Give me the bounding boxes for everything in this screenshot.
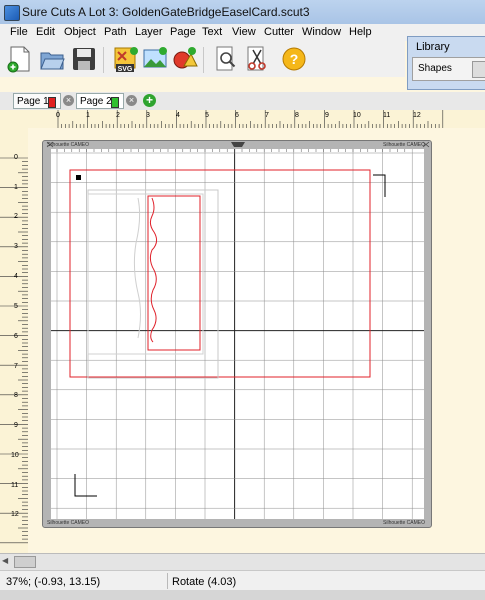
- help-icon[interactable]: ?: [280, 44, 308, 74]
- tab-page-1-label: Page 1: [17, 96, 49, 107]
- menu-text[interactable]: Text: [202, 26, 222, 38]
- hruler-label: 2: [116, 112, 120, 119]
- inner-panel-outline: [87, 193, 204, 355]
- vruler-label: 5: [14, 303, 18, 310]
- hruler-label: 1: [86, 112, 90, 119]
- menu-window[interactable]: Window: [302, 26, 341, 38]
- library-title: Library: [416, 41, 450, 53]
- add-page-icon[interactable]: +: [143, 94, 156, 107]
- hruler-label: 10: [353, 112, 361, 119]
- vruler-label: 10: [11, 452, 19, 459]
- tab-page-1-close-icon[interactable]: ×: [63, 95, 74, 106]
- status-separator: [167, 573, 168, 589]
- registration-mark-bottom-left: [74, 474, 97, 497]
- vruler-label: 11: [11, 482, 19, 489]
- menu-file[interactable]: File: [10, 26, 28, 38]
- import-svg-icon[interactable]: SVG: [112, 44, 140, 74]
- hruler-label: 8: [295, 112, 299, 119]
- tab-page-2-close-icon[interactable]: ×: [126, 95, 137, 106]
- new-document-icon[interactable]: [6, 44, 34, 74]
- scroll-left-icon[interactable]: ◀: [2, 556, 11, 568]
- bridge-edge-path: [149, 197, 158, 343]
- hruler-label: 0: [56, 112, 60, 119]
- hruler-label: 4: [176, 112, 180, 119]
- vruler-label: 8: [14, 392, 18, 399]
- title-bar: Sure Cuts A Lot 3: GoldenGateBridgeEasel…: [0, 0, 485, 25]
- save-disk-icon[interactable]: [70, 44, 98, 74]
- vruler-label: 4: [14, 273, 18, 280]
- toolbar-separator: [103, 47, 104, 73]
- tab-page-2[interactable]: Page 2: [76, 93, 124, 109]
- menu-edit[interactable]: Edit: [36, 26, 55, 38]
- vruler-label: 9: [14, 422, 18, 429]
- menu-page[interactable]: Page: [170, 26, 196, 38]
- library-dropdown-button[interactable]: [472, 61, 485, 78]
- library-dropdown[interactable]: Shapes: [412, 57, 485, 81]
- window-title: Sure Cuts A Lot 3: GoldenGateBridgeEasel…: [22, 5, 310, 19]
- bottom-strip: [0, 590, 485, 600]
- hruler-label: 12: [413, 112, 421, 119]
- cut-scissors-icon[interactable]: [243, 44, 271, 74]
- registration-mark-top-right: [373, 174, 386, 197]
- toolbar: SVG ?: [0, 41, 405, 77]
- ruler-corner: [0, 110, 28, 128]
- vruler-label: 2: [14, 213, 18, 220]
- scrollbar-thumb[interactable]: [14, 556, 36, 568]
- hruler-label: 5: [205, 112, 209, 119]
- vruler-label: 6: [14, 333, 18, 340]
- status-action: Rotate (4.03): [172, 576, 237, 588]
- import-image-icon[interactable]: [141, 44, 169, 74]
- library-panel: Library Shapes: [407, 36, 485, 90]
- bridge-shadow-path: [133, 197, 141, 339]
- vertical-ruler: 0 1 2 3 4 5 6 7 8 9 10 11 12: [0, 128, 29, 553]
- menu-cutter[interactable]: Cutter: [264, 26, 294, 38]
- horizontal-scrollbar[interactable]: ◀: [0, 553, 485, 571]
- vruler-label: 3: [14, 243, 18, 250]
- library-dropdown-value: Shapes: [418, 63, 452, 74]
- menu-help[interactable]: Help: [349, 26, 372, 38]
- menu-object[interactable]: Object: [64, 26, 96, 38]
- vruler-label: 1: [14, 184, 18, 191]
- horizontal-ruler: 0 1 2 3 4 5 6 7 8 9 10 11 12: [28, 110, 485, 129]
- hruler-label: 6: [235, 112, 239, 119]
- vruler-label: 7: [14, 363, 18, 370]
- menu-layer[interactable]: Layer: [135, 26, 163, 38]
- hruler-label: 3: [146, 112, 150, 119]
- vruler-label: 0: [14, 154, 18, 161]
- help-icon-glyph: ?: [290, 51, 299, 67]
- registration-mark-square: [76, 175, 81, 180]
- app-icon: [4, 5, 20, 21]
- hruler-label: 7: [265, 112, 269, 119]
- status-bar: 37%; (-0.93, 13.15) Rotate (4.03): [0, 570, 485, 591]
- shapes-icon[interactable]: [170, 44, 198, 74]
- tab-page-1[interactable]: Page 1: [13, 93, 61, 109]
- status-zoom-coordinates: 37%; (-0.93, 13.15): [6, 576, 101, 588]
- import-svg-label: SVG: [118, 66, 133, 73]
- card-outline: [69, 169, 371, 378]
- tab-page-2-color: [111, 97, 119, 108]
- hruler-label: 11: [383, 112, 391, 119]
- page-tab-strip: Page 1 × Page 2 × +: [0, 92, 485, 111]
- vruler-label: 12: [11, 511, 19, 518]
- menu-path[interactable]: Path: [104, 26, 127, 38]
- hruler-label: 9: [325, 112, 329, 119]
- toolbar-separator: [203, 47, 204, 73]
- tab-page-2-label: Page 2: [80, 96, 112, 107]
- open-folder-icon[interactable]: [38, 44, 66, 74]
- design-canvas[interactable]: Silhouette CAMEO Silhouette CAMEO Silhou…: [28, 128, 485, 553]
- tab-page-1-color: [48, 97, 56, 108]
- menu-view[interactable]: View: [232, 26, 256, 38]
- preview-magnifier-icon[interactable]: [212, 44, 240, 74]
- bridge-frame: [147, 195, 201, 351]
- vertical-ruler-ticks: [0, 157, 28, 544]
- design-objects: [69, 169, 386, 497]
